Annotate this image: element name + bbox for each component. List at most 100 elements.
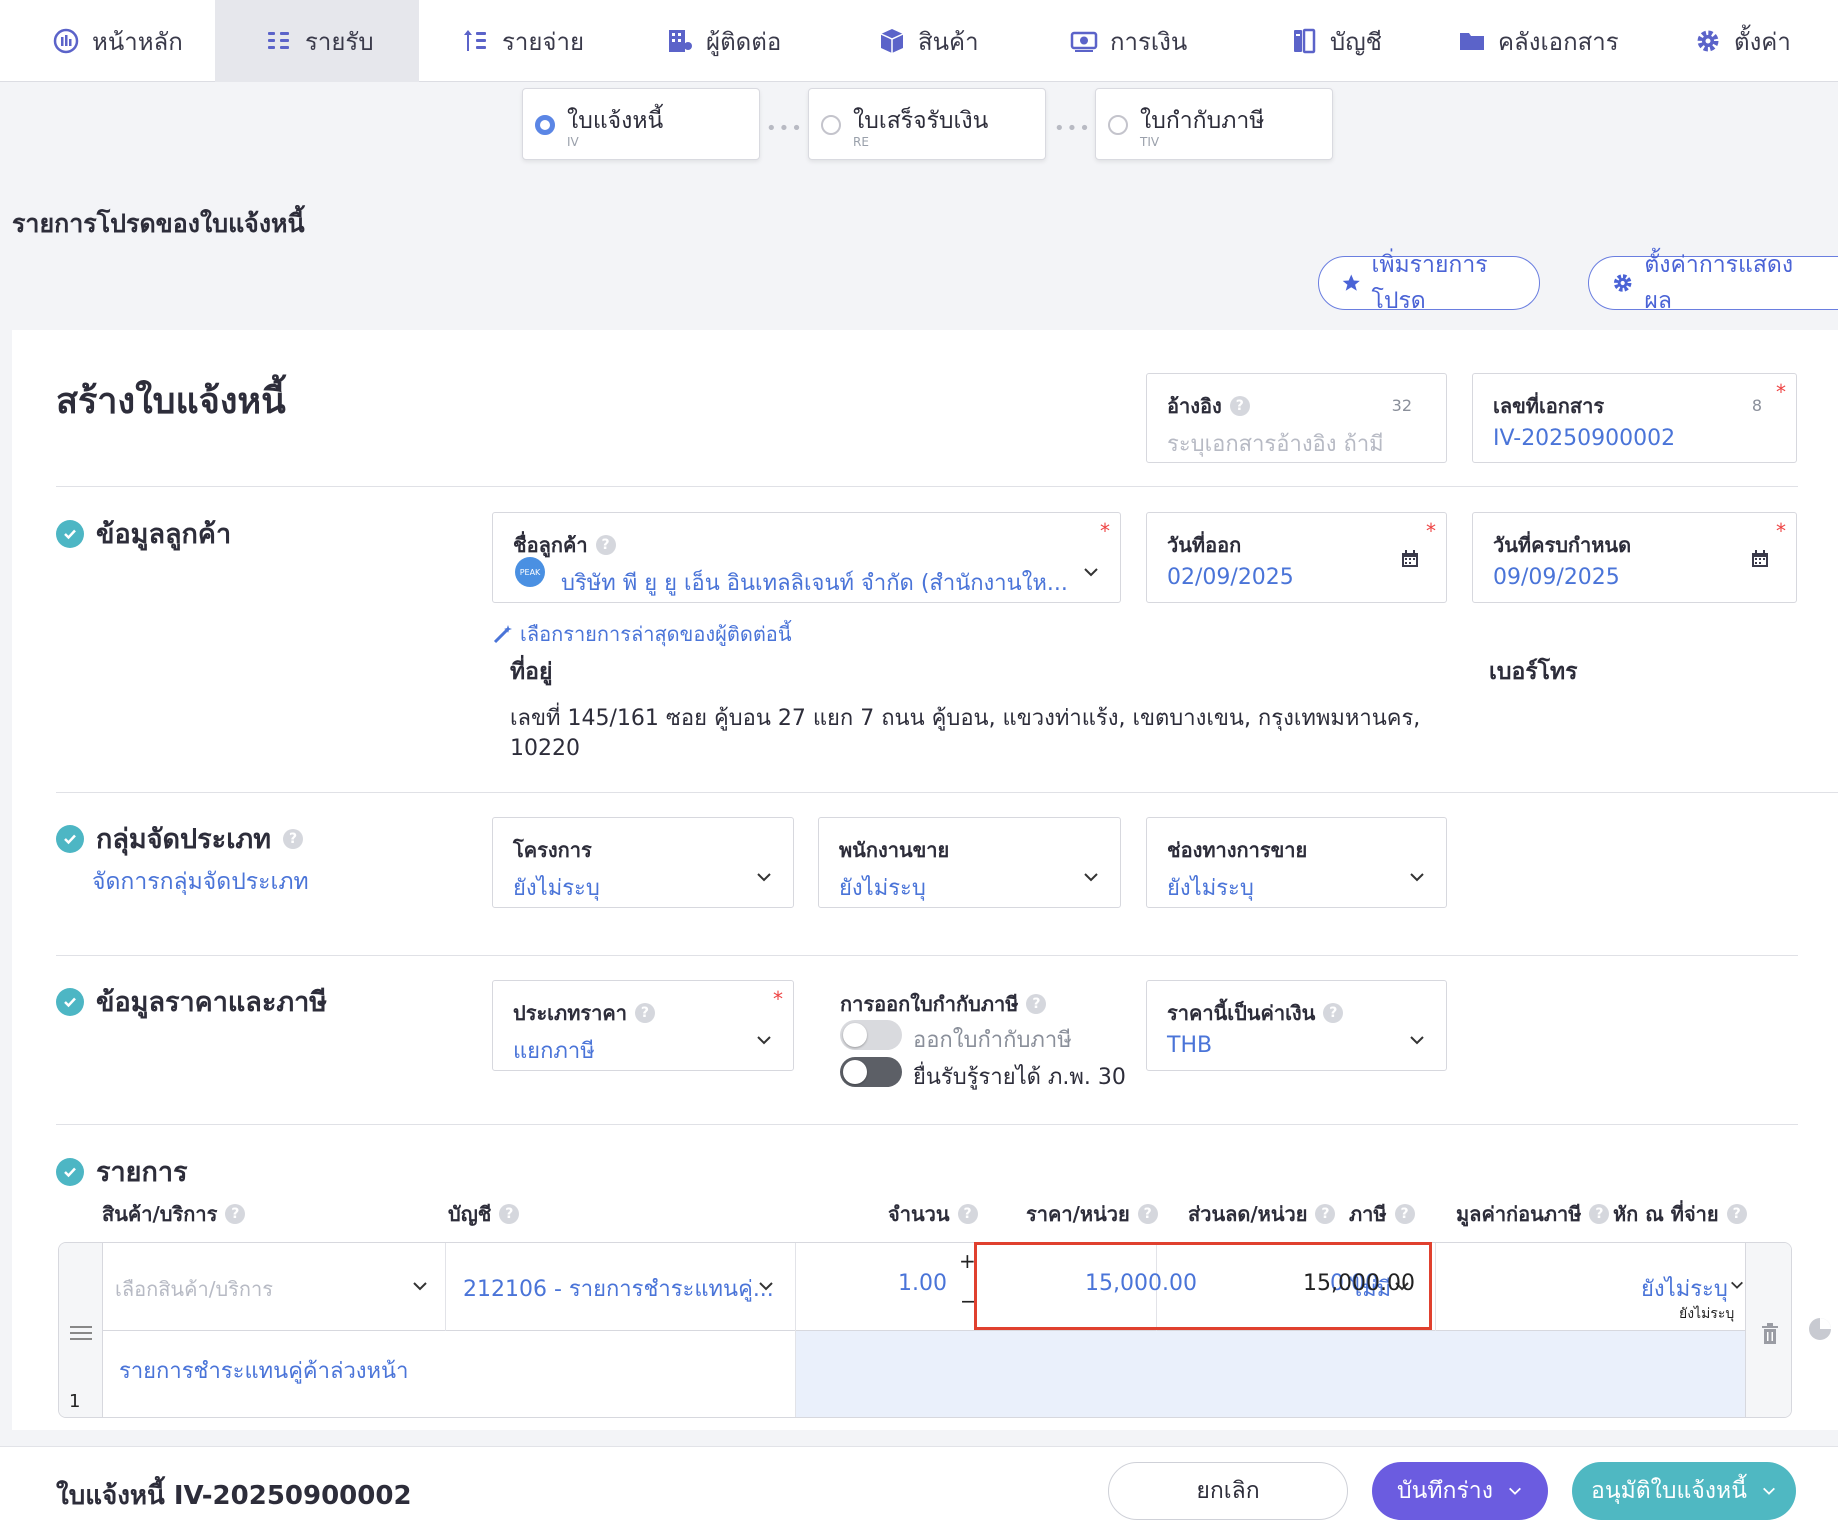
withholding-select-value[interactable]: ยังไม่ระบุ — [1641, 1271, 1728, 1306]
help-icon: ? — [1589, 1204, 1610, 1224]
chevron-down-icon — [1084, 873, 1098, 882]
gear-icon — [1613, 274, 1632, 292]
product-select-placeholder[interactable]: เลือกสินค้า/บริการ — [115, 1273, 273, 1305]
step-code: TIV — [1140, 135, 1160, 149]
chevron-down-icon[interactable] — [757, 1277, 775, 1295]
nav-item-settings[interactable]: ตั้งค่า — [1694, 0, 1791, 82]
row-handle[interactable]: 1 — [59, 1243, 103, 1417]
header-discount: ส่วนลด/หน่วย? — [1188, 1198, 1336, 1230]
chevron-down-icon[interactable] — [411, 1277, 429, 1295]
chevron-down-icon — [757, 1036, 771, 1045]
price-type-select[interactable]: ประเภทราคา? * แยกภาษี — [492, 980, 794, 1071]
step-radio-icon — [1108, 115, 1128, 135]
pie-chart-icon[interactable] — [1807, 1316, 1833, 1342]
check-icon — [56, 824, 84, 853]
currency-value: THB — [1167, 1033, 1213, 1058]
recent-items-link[interactable]: เลือกรายการล่าสุดของผู้ติดต่อนี้ — [492, 618, 791, 650]
revenue-pp30-toggle[interactable] — [840, 1057, 902, 1087]
issue-date-field[interactable]: วันที่ออก * 02/09/2025 — [1146, 512, 1447, 603]
quantity-input[interactable]: 1.00 — [898, 1271, 947, 1296]
display-settings-label: ตั้งค่าการแสดงผล — [1644, 252, 1794, 314]
top-navigation: หน้าหลัก รายรับ รายจ่าย ผู้ติดต่อ สินค้า… — [0, 0, 1838, 82]
row-actions — [1745, 1243, 1791, 1417]
header-account: บัญชี? — [448, 1198, 520, 1230]
reference-field[interactable]: อ้างอิง? 32 ระบุเอกสารอ้างอิง ถ้ามี — [1146, 373, 1447, 463]
step-label: ใบแจ้งหนี้ — [567, 108, 664, 134]
char-count: 8 — [1751, 396, 1762, 415]
section-pricing-title: ข้อมูลราคาและภาษี — [56, 980, 327, 1023]
tax-invoice-label: การออกใบกำกับภาษี? — [840, 988, 1047, 1020]
divider — [56, 486, 1798, 487]
header-withholding: หัก ณ ที่จ่าย? — [1613, 1198, 1747, 1230]
issue-tax-invoice-toggle[interactable] — [840, 1020, 902, 1050]
nav-label: รายจ่าย — [502, 27, 585, 56]
step-tax-invoice[interactable]: ใบกำกับภาษี TIV — [1095, 88, 1333, 160]
check-icon — [56, 1157, 84, 1186]
nav-item-products[interactable]: สินค้า — [878, 0, 979, 82]
nav-item-documents[interactable]: คลังเอกสาร — [1458, 0, 1619, 82]
nav-item-home[interactable]: หน้าหลัก — [52, 0, 222, 82]
step-code: IV — [567, 135, 579, 149]
chevron-down-icon[interactable] — [1729, 1277, 1745, 1293]
price-type-value: แยกภาษี — [513, 1039, 595, 1064]
nav-label: คลังเอกสาร — [1498, 27, 1619, 56]
trash-icon[interactable] — [1760, 1323, 1780, 1345]
star-icon — [1342, 274, 1360, 291]
check-icon — [56, 519, 84, 548]
step-invoice[interactable]: ใบแจ้งหนี้ IV — [522, 88, 760, 160]
doc-number-field[interactable]: เลขที่เอกสาร * 8 IV-20250900002 — [1472, 373, 1797, 463]
step-receipt[interactable]: ใบเสร็จรับเงิน RE — [808, 88, 1046, 160]
nav-item-contacts[interactable]: ผู้ติดต่อ — [666, 0, 781, 82]
account-select-value[interactable]: 212106 - รายการชำระแทนคู่... — [463, 1271, 774, 1306]
page-title: สร้างใบแจ้งหนี้ — [56, 381, 286, 422]
nav-item-accounting[interactable]: บัญชี — [1290, 0, 1382, 82]
help-icon: ? — [499, 1204, 520, 1224]
header-product: สินค้า/บริการ? — [102, 1198, 246, 1230]
bottom-doc-label: ใบแจ้งหนี้ IV-20250900002 — [56, 1481, 412, 1511]
gear-icon — [1697, 30, 1719, 52]
magic-wand-icon — [493, 625, 512, 644]
sales-channel-value: ยังไม่ระบุ — [1167, 876, 1254, 901]
issue-tax-invoice-label: ออกใบกำกับภาษี — [913, 1028, 1072, 1053]
nav-label: สินค้า — [918, 27, 979, 56]
help-icon: ? — [225, 1204, 246, 1224]
salesperson-select[interactable]: พนักงานขาย ยังไม่ระบุ — [818, 817, 1121, 908]
field-label: วันที่ออก — [1167, 533, 1242, 557]
salesperson-value: ยังไม่ระบุ — [839, 876, 926, 901]
item-description-input[interactable]: รายการชำระแทนคู่ค้าล่วงหน้า — [119, 1353, 408, 1388]
ledger-icon — [1294, 28, 1316, 54]
due-date-field[interactable]: วันที่ครบกำหนด * 09/09/2025 — [1472, 512, 1797, 603]
sales-channel-select[interactable]: ช่องทางการขาย ยังไม่ระบุ — [1146, 817, 1447, 908]
required-marker: * — [1100, 519, 1110, 543]
nav-label: รายรับ — [305, 27, 374, 56]
manage-classification-link[interactable]: จัดการกลุ่มจัดประเภท — [92, 864, 309, 900]
header-pre-tax: มูลค่าก่อนภาษี? — [1456, 1198, 1610, 1230]
nav-item-income[interactable]: รายรับ — [215, 0, 419, 82]
divider — [56, 955, 1798, 956]
customer-select[interactable]: ชื่อลูกค้า? * PEAK บริษัท พี ยู ยู เอ็น … — [492, 512, 1121, 603]
reference-placeholder: ระบุเอกสารอ้างอิง ถ้ามี — [1167, 432, 1384, 457]
withholding-sub-label: ยังไม่ระบุ — [1679, 1306, 1735, 1322]
table-row: 1 เลือกสินค้า/บริการ 212106 - รายการชำระ… — [58, 1242, 1792, 1418]
cancel-button[interactable]: ยกเลิก — [1108, 1462, 1348, 1520]
add-favorite-button[interactable]: เพิ่มรายการโปรด — [1318, 252, 1540, 314]
field-label: โครงการ — [513, 838, 592, 862]
field-label: วันที่ครบกำหนด — [1493, 533, 1632, 557]
help-icon: ? — [1229, 396, 1250, 416]
chevron-down-icon — [1508, 1487, 1521, 1495]
approve-invoice-button[interactable]: อนุมัติใบแจ้งหนี้ — [1572, 1462, 1796, 1520]
chevron-down-icon — [1762, 1487, 1775, 1495]
nav-label: บัญชี — [1330, 27, 1382, 56]
help-icon: ? — [1394, 1204, 1415, 1224]
save-draft-button[interactable]: บันทึกร่าง — [1372, 1462, 1548, 1520]
display-settings-button[interactable]: ตั้งค่าการแสดงผล — [1588, 252, 1838, 314]
nav-item-finance[interactable]: การเงิน — [1070, 0, 1187, 82]
currency-select[interactable]: ราคานี้เป็นค่าเงิน? THB — [1146, 980, 1447, 1071]
chevron-down-icon — [757, 873, 771, 882]
help-icon: ? — [1323, 1003, 1344, 1023]
nav-item-expense[interactable]: รายจ่าย — [462, 0, 584, 82]
help-icon: ? — [957, 1204, 978, 1224]
project-select[interactable]: โครงการ ยังไม่ระบุ — [492, 817, 794, 908]
expense-icon — [464, 30, 486, 51]
required-marker: * — [1776, 380, 1786, 404]
